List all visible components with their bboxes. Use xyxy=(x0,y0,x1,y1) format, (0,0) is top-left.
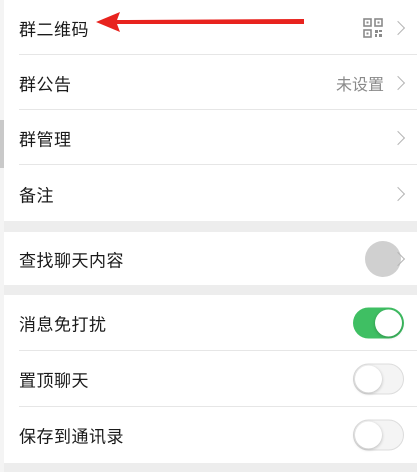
screen: 群二维码 群公告 未设置 群管理 备注 查找聊天内容 消息免打扰 置顶聊天 保存… xyxy=(0,0,417,472)
group-settings-panel: 群二维码 群公告 未设置 群管理 备注 查找聊天内容 消息免打扰 置顶聊天 保存… xyxy=(4,0,417,472)
red-arrow-annotation xyxy=(96,12,304,32)
row-divider xyxy=(19,164,417,165)
row-save-to-contacts: 保存到通讯录 xyxy=(4,407,417,463)
pin-toggle[interactable] xyxy=(353,363,404,395)
save-contacts-toggle[interactable] xyxy=(353,419,404,451)
chevron-right-icon xyxy=(390,186,406,201)
mute-toggle[interactable] xyxy=(353,307,404,339)
row-label-announcement: 群公告 xyxy=(19,75,72,95)
qr-code-icon xyxy=(363,17,383,38)
row-label-pin: 置顶聊天 xyxy=(19,371,89,392)
row-label-save-contacts: 保存到通讯录 xyxy=(19,427,124,448)
search-section: 查找聊天内容 xyxy=(4,232,417,285)
row-remark[interactable]: 备注 xyxy=(4,166,417,221)
row-pin-chat: 置顶聊天 xyxy=(4,351,417,407)
row-group-manage[interactable]: 群管理 xyxy=(4,110,417,165)
row-label-find-chat: 查找聊天内容 xyxy=(19,251,124,271)
toggle-knob xyxy=(355,365,382,393)
row-label-qr-code: 群二维码 xyxy=(19,20,89,40)
chevron-right-icon xyxy=(390,75,406,90)
row-find-chat-content[interactable]: 查找聊天内容 xyxy=(4,232,417,285)
row-label-remark: 备注 xyxy=(19,186,54,206)
row-mute-notifications: 消息免打扰 xyxy=(4,295,417,351)
toggle-knob xyxy=(355,421,382,449)
chevron-right-icon xyxy=(390,20,406,35)
row-group-announcement[interactable]: 群公告 未设置 xyxy=(4,55,417,110)
toggle-knob xyxy=(375,309,402,337)
chat-settings-section: 消息免打扰 置顶聊天 保存到通讯录 xyxy=(4,295,417,463)
chevron-right-icon xyxy=(390,130,406,145)
row-label-manage: 群管理 xyxy=(19,130,72,150)
row-label-mute: 消息免打扰 xyxy=(19,315,107,336)
announcement-value: 未设置 xyxy=(335,74,384,94)
